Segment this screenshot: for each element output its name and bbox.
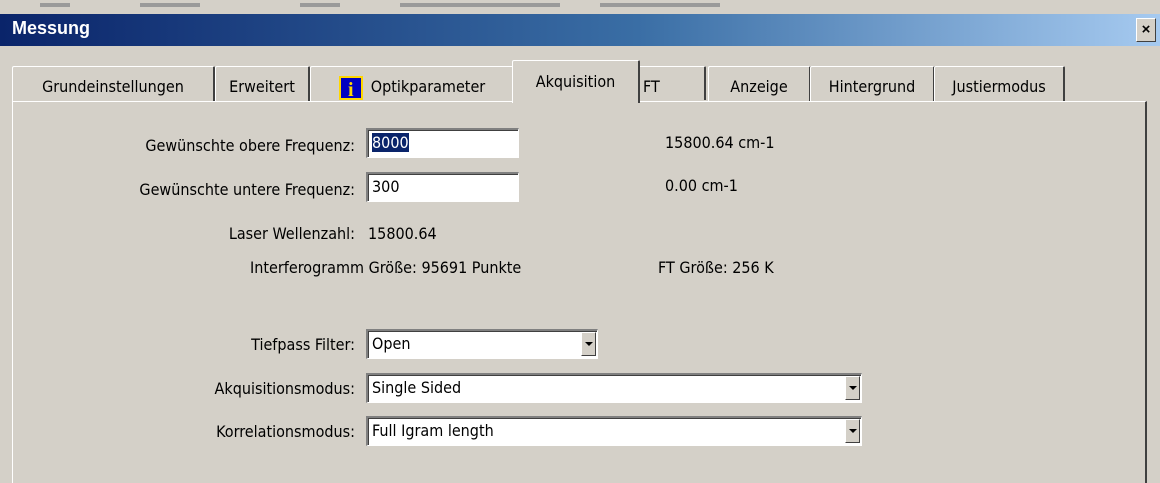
chevron-down-icon (849, 386, 857, 390)
correlation-mode-select[interactable]: Full Igram length (366, 416, 862, 446)
correlation-mode-value: Full Igram length (372, 421, 494, 440)
measurement-dialog: Messung × Grundeinstellungen Erweitert i… (0, 0, 1160, 483)
upper-frequency-result: 15800.64 cm-1 (665, 133, 775, 152)
background-app-strip (0, 0, 1160, 10)
lower-frequency-value: 300 (372, 177, 400, 196)
chevron-down-icon (585, 342, 593, 346)
lower-frequency-input[interactable]: 300 (366, 172, 519, 202)
interferogram-size: Interferogramm Größe: 95691 Punkte (250, 258, 522, 277)
laser-wavenumber-label: Laser Wellenzahl: (228, 224, 355, 243)
lowpass-filter-select[interactable]: Open (366, 329, 598, 359)
tab-grundeinstellungen[interactable]: Grundeinstellungen (12, 66, 215, 101)
lower-frequency-label: Gewünschte untere Frequenz: (139, 180, 355, 199)
upper-frequency-value: 8000 (372, 133, 409, 152)
tab-optikparameter[interactable]: i Optikparameter (310, 66, 515, 101)
title-bar[interactable]: Messung × (0, 14, 1160, 46)
acquisition-mode-select[interactable]: Single Sided (366, 373, 862, 403)
lowpass-dropdown-button[interactable] (581, 332, 596, 356)
tab-anzeige[interactable]: Anzeige (708, 66, 811, 101)
tab-akquisition[interactable]: Akquisition (512, 60, 640, 103)
lower-frequency-result: 0.00 cm-1 (665, 176, 738, 195)
acquisition-mode-label: Akquisitionsmodus: (214, 379, 355, 398)
laser-wavenumber-value: 15800.64 (368, 224, 437, 243)
ft-size: FT Größe: 256 K (658, 258, 774, 277)
close-button[interactable]: × (1136, 18, 1156, 42)
correlation-mode-label: Korrelationsmodus: (216, 422, 355, 441)
tab-justiermodus[interactable]: Justiermodus (934, 66, 1065, 101)
correlation-mode-dropdown-button[interactable] (845, 419, 860, 443)
close-icon: × (1141, 21, 1151, 38)
acquisition-mode-dropdown-button[interactable] (845, 376, 860, 400)
acquisition-mode-value: Single Sided (372, 378, 462, 397)
upper-frequency-input[interactable]: 8000 (366, 128, 519, 158)
tab-hintergrund[interactable]: Hintergrund (810, 66, 935, 101)
window-title: Messung (12, 18, 91, 38)
info-icon: i (338, 75, 363, 101)
chevron-down-icon (849, 429, 857, 433)
akquisition-panel: Gewünschte obere Frequenz: 8000 15800.64… (12, 101, 1147, 483)
tab-strip: Grundeinstellungen Erweitert i Optikparam… (12, 60, 1132, 103)
upper-frequency-label: Gewünschte obere Frequenz: (145, 136, 355, 155)
lowpass-filter-label: Tiefpass Filter: (251, 335, 355, 354)
lowpass-filter-value: Open (372, 334, 411, 353)
tab-erweitert[interactable]: Erweitert (215, 66, 310, 101)
tab-ft[interactable]: FT (638, 66, 706, 100)
